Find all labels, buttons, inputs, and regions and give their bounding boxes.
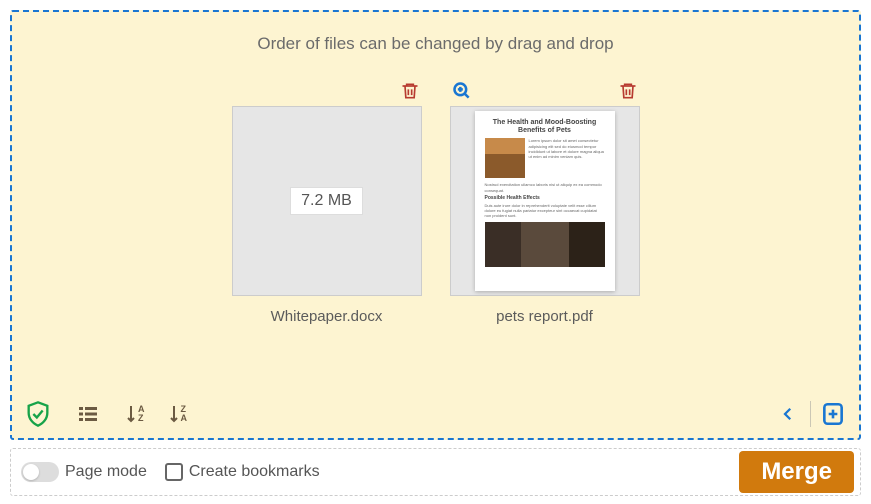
options-bar: Page mode Create bookmarks Merge xyxy=(10,448,861,496)
sort-letters: Z A xyxy=(181,405,188,423)
trash-icon xyxy=(400,81,420,101)
list-icon xyxy=(76,402,100,426)
preview-heading: Possible Health Effects xyxy=(485,195,605,201)
file-card[interactable]: The Health and Mood-Boosting Benefits of… xyxy=(450,78,640,325)
preview-text: Duis aute irure dolor in reprehenderit v… xyxy=(485,203,605,219)
chevron-left-icon xyxy=(779,405,797,423)
files-row: 7.2 MB Whitepaper.docx The Health and Mo… xyxy=(22,78,849,325)
sort-letters: A Z xyxy=(138,405,145,423)
preview-text: Nostrud exercitation ullamco laboris nis… xyxy=(485,182,605,192)
security-button[interactable] xyxy=(24,400,52,428)
preview-image xyxy=(485,222,605,267)
file-thumbnail[interactable]: 7.2 MB xyxy=(232,106,422,296)
file-size-badge: 7.2 MB xyxy=(290,187,363,215)
prev-button[interactable] xyxy=(774,400,802,428)
arrow-down-icon xyxy=(167,404,181,424)
preview-image xyxy=(485,138,525,178)
instruction-text: Order of files can be changed by drag an… xyxy=(22,34,849,54)
file-plus-icon xyxy=(820,401,846,427)
delete-button[interactable] xyxy=(398,79,422,103)
sort-za-button[interactable]: Z A xyxy=(167,404,188,424)
trash-icon xyxy=(618,81,638,101)
arrow-down-icon xyxy=(124,404,138,424)
options-left: Page mode Create bookmarks xyxy=(21,462,320,482)
page-mode-option: Page mode xyxy=(21,462,147,482)
zoom-in-icon xyxy=(452,81,472,101)
file-name: pets report.pdf xyxy=(496,308,593,325)
delete-button[interactable] xyxy=(616,79,640,103)
zoom-button[interactable] xyxy=(450,79,474,103)
toolbar-left: A Z Z A xyxy=(24,400,187,428)
file-thumbnail[interactable]: The Health and Mood-Boosting Benefits of… xyxy=(450,106,640,296)
preview-title: The Health and Mood-Boosting Benefits of… xyxy=(485,119,605,134)
create-bookmarks-label: Create bookmarks xyxy=(189,463,320,481)
page-mode-toggle[interactable] xyxy=(21,462,59,482)
page-mode-label: Page mode xyxy=(65,463,147,481)
preview-text: Lorem ipsum dolor sit amet consectetur a… xyxy=(529,138,605,178)
file-actions xyxy=(450,78,640,104)
create-bookmarks-checkbox[interactable] xyxy=(165,463,183,481)
divider xyxy=(810,401,811,427)
file-name: Whitepaper.docx xyxy=(271,308,383,325)
pdf-preview-page: The Health and Mood-Boosting Benefits of… xyxy=(475,111,615,291)
add-file-button[interactable] xyxy=(819,400,847,428)
create-bookmarks-option: Create bookmarks xyxy=(165,463,320,481)
toolbar-right xyxy=(774,400,847,428)
shield-check-icon xyxy=(24,400,52,428)
sort-az-button[interactable]: A Z xyxy=(124,404,145,424)
file-card[interactable]: 7.2 MB Whitepaper.docx xyxy=(232,78,422,325)
file-dropzone[interactable]: Order of files can be changed by drag an… xyxy=(10,10,861,440)
merge-button[interactable]: Merge xyxy=(739,451,854,493)
file-actions xyxy=(232,78,422,104)
list-view-button[interactable] xyxy=(74,400,102,428)
dropzone-toolbar: A Z Z A xyxy=(24,400,847,428)
